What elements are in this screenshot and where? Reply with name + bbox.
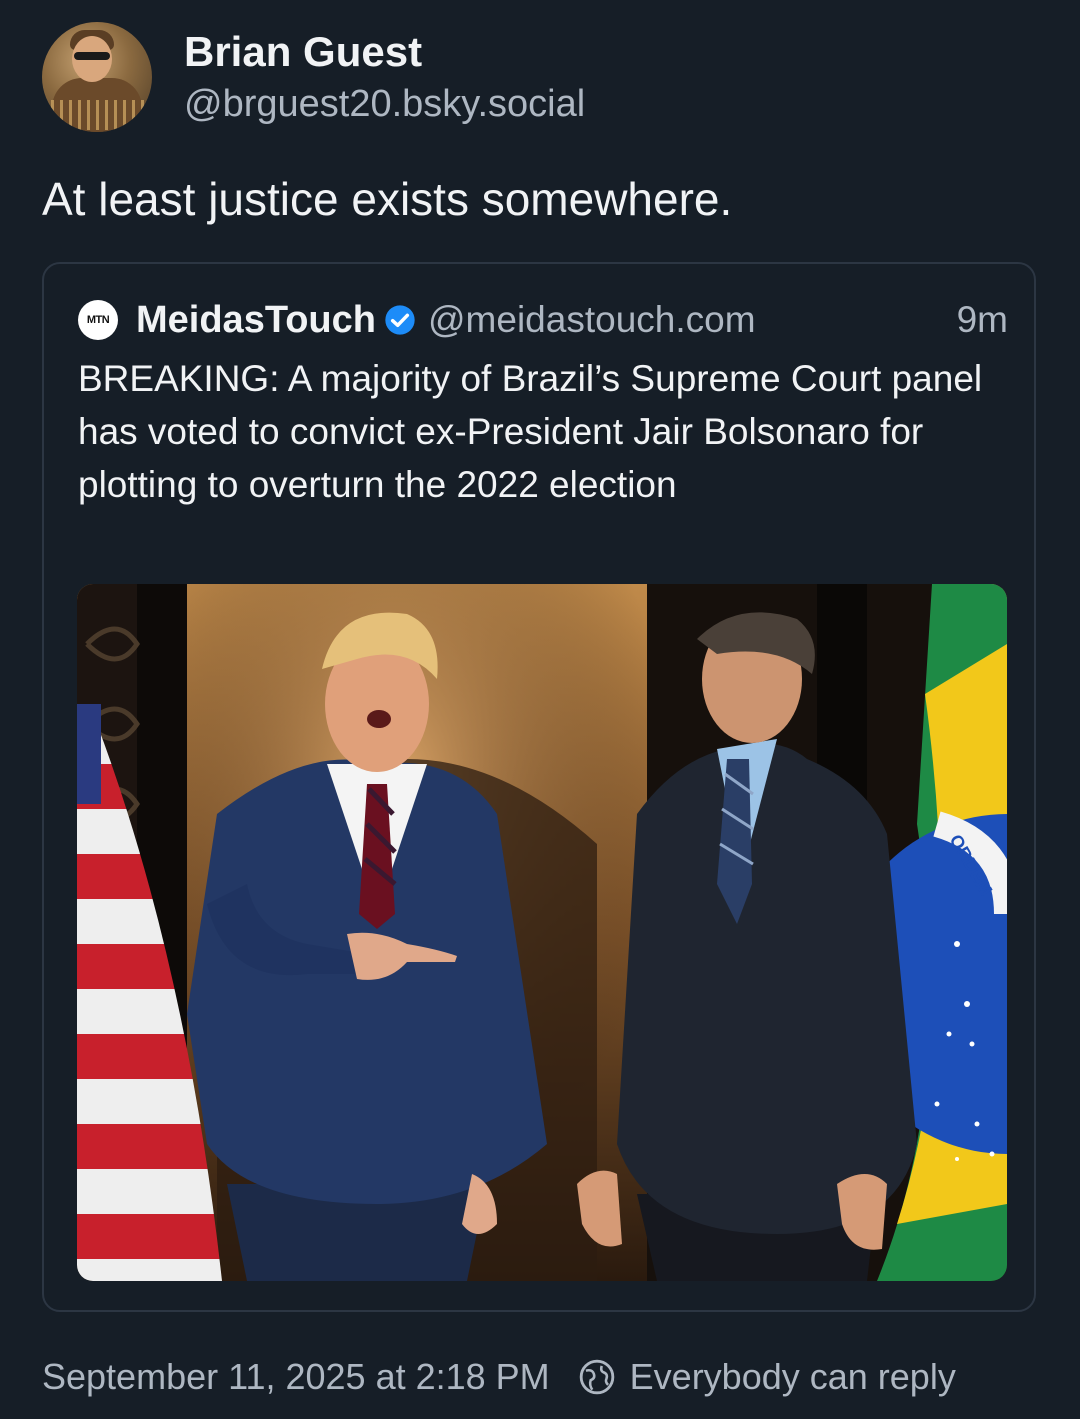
author-handle[interactable]: @brguest20.bsky.social <box>184 79 585 129</box>
photo-illustration: ORDEM <box>77 584 1007 1281</box>
quote-handle[interactable]: @meidastouch.com <box>428 299 756 341</box>
post-text: At least justice exists somewhere. <box>42 173 733 225</box>
post-footer: September 11, 2025 at 2:18 PM Everybody … <box>42 1356 956 1398</box>
quote-text: BREAKING: A majority of Brazil’s Supreme… <box>78 358 983 505</box>
quote-photo[interactable]: ORDEM <box>77 584 1007 1281</box>
quote-timestamp: 9m <box>956 299 1008 340</box>
quote-card[interactable]: MTN MeidasTouch @meidastouch.com 9m BREA… <box>42 262 1036 1312</box>
author-display-name[interactable]: Brian Guest <box>184 25 585 79</box>
avatar[interactable] <box>42 22 152 132</box>
verified-badge-icon <box>385 305 415 335</box>
quote-avatar[interactable]: MTN <box>78 300 118 340</box>
quote-display-name[interactable]: MeidasTouch <box>136 299 376 342</box>
globe-icon <box>579 1359 614 1395</box>
reply-setting[interactable]: Everybody can reply <box>630 1356 956 1398</box>
post: Brian Guest @brguest20.bsky.social At le… <box>0 0 1080 1419</box>
author-row[interactable]: Brian Guest @brguest20.bsky.social <box>42 22 585 132</box>
author-info: Brian Guest @brguest20.bsky.social <box>184 25 585 129</box>
quote-header: MTN MeidasTouch @meidastouch.com 9m <box>78 296 1008 344</box>
post-timestamp[interactable]: September 11, 2025 at 2:18 PM <box>42 1356 550 1398</box>
